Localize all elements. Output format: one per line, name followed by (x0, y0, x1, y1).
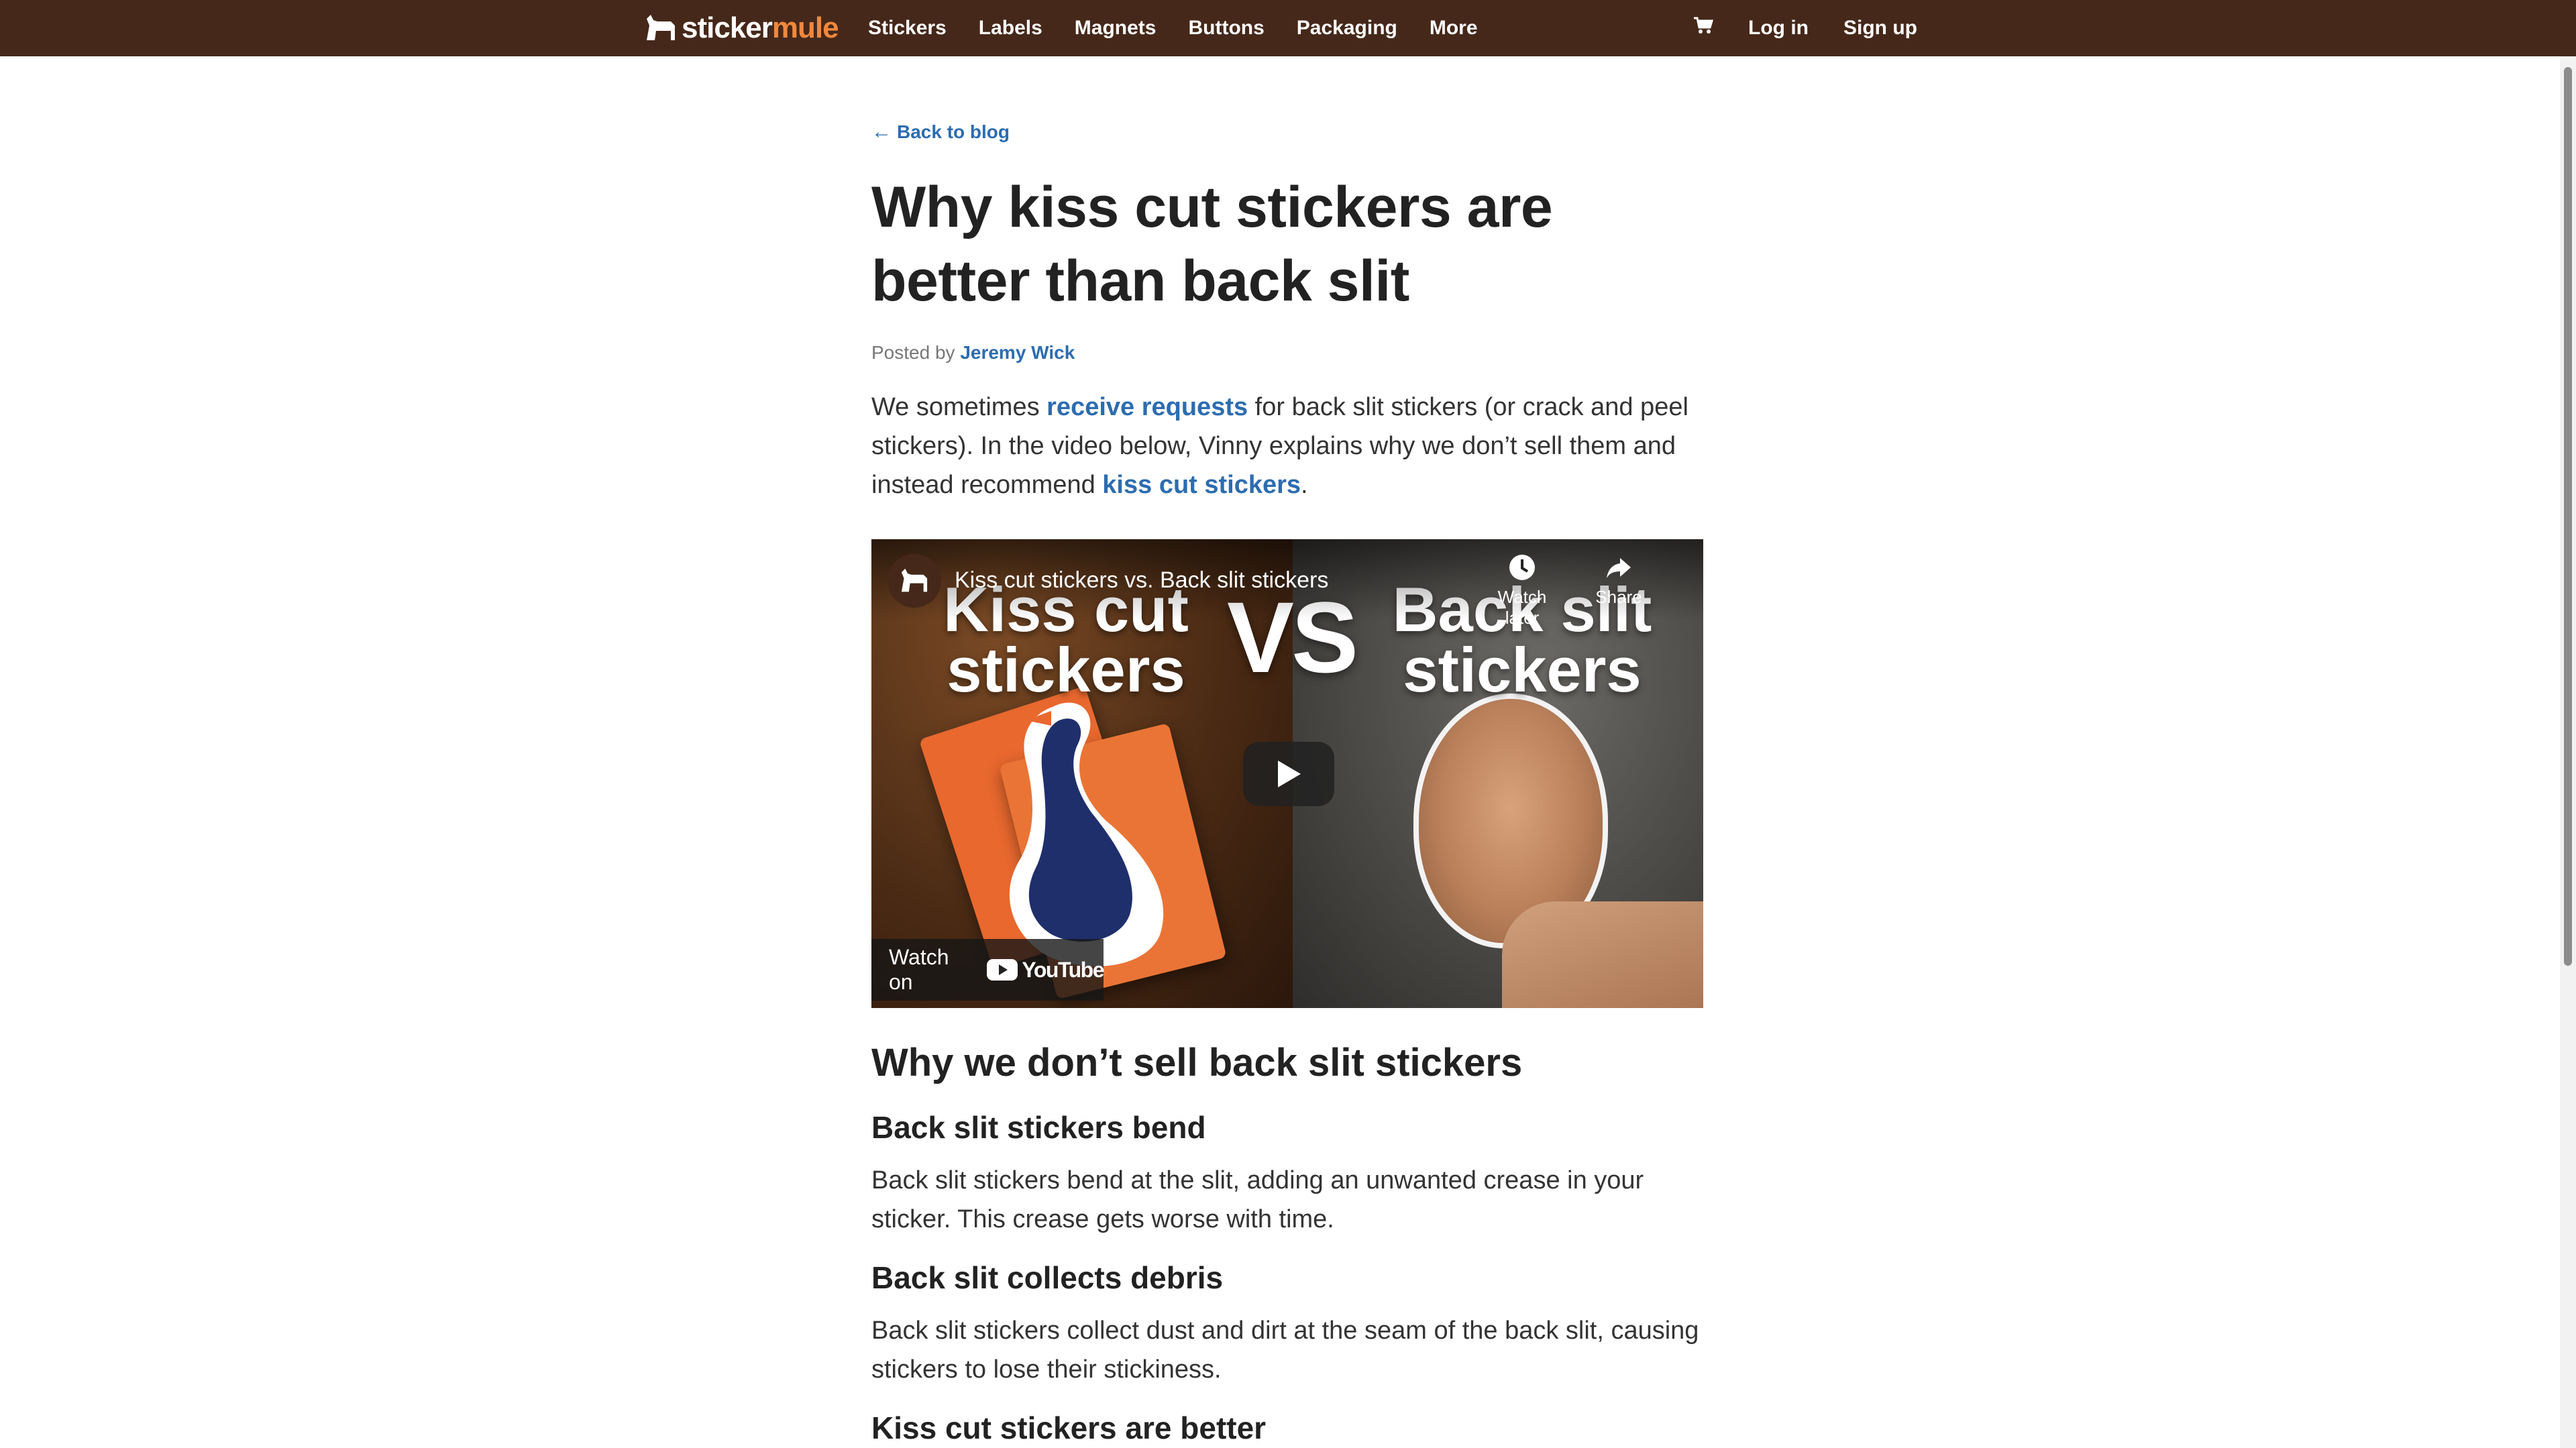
watch-on-youtube-button[interactable]: Watch on YouTube (871, 939, 1104, 1001)
paragraph-debris: Back slit stickers collect dust and dirt… (871, 1317, 1699, 1384)
paragraph-bend: Back slit stickers bend at the slit, add… (871, 1166, 1644, 1233)
intro-text-1: We sometimes (871, 393, 1047, 421)
top-nav-bar: stickermule Stickers Labels Magnets Butt… (0, 0, 2576, 56)
logo-text: stickermule (682, 11, 839, 44)
nav-more[interactable]: More (1430, 17, 1478, 40)
nav-buttons[interactable]: Buttons (1188, 17, 1264, 40)
mule-icon (901, 568, 928, 592)
share-icon (1607, 558, 1631, 578)
watch-later-button[interactable]: Watch later (1482, 553, 1562, 628)
youtube-wordmark: YouTube (1022, 957, 1104, 982)
youtube-logo: YouTube (987, 958, 1104, 983)
kiss-cut-stickers-link[interactable]: kiss cut stickers (1102, 471, 1301, 499)
back-to-blog-link[interactable]: ← Back to blog (871, 121, 1010, 144)
arrow-left-icon: ← (871, 121, 892, 143)
intro-text-3: . (1301, 471, 1308, 499)
cart-button[interactable] (1693, 16, 1714, 40)
thumbnail-right-line2: stickers (1403, 634, 1642, 705)
account-nav: Log in Sign up (1658, 0, 1917, 56)
intro-paragraph: We sometimes receive requests for back s… (871, 388, 1703, 504)
subsection-heading-kiss-cut: Kiss cut stickers are better (871, 1410, 1267, 1445)
channel-avatar[interactable] (888, 554, 941, 608)
play-icon (1278, 761, 1301, 787)
section-heading: Why we don’t sell back slit stickers (871, 1041, 1523, 1084)
youtube-video-embed[interactable]: Kiss cut stickers VS Back slit stickers … (871, 539, 1703, 1008)
play-button[interactable] (1243, 742, 1334, 806)
sticker-mule-logo[interactable]: stickermule (644, 9, 839, 47)
clock-icon (1509, 555, 1535, 580)
byline-prefix: Posted by (871, 342, 955, 363)
blog-article: ← Back to blog Why kiss cut stickers are… (871, 121, 1703, 1448)
cart-icon (1694, 17, 1714, 34)
thumbnail-left-line2: stickers (947, 634, 1185, 705)
youtube-play-icon (987, 959, 1018, 981)
nav-packaging[interactable]: Packaging (1297, 17, 1397, 40)
page-scrollbar-thumb[interactable] (2564, 67, 2572, 966)
video-title[interactable]: Kiss cut stickers vs. Back slit stickers (955, 567, 1328, 594)
subsection-heading-debris: Back slit collects debris (871, 1260, 1224, 1295)
main-nav: Stickers Labels Magnets Buttons Packagin… (868, 0, 1510, 56)
author-link[interactable]: Jeremy Wick (960, 342, 1075, 363)
nav-labels[interactable]: Labels (979, 17, 1042, 40)
share-label: Share (1595, 587, 1642, 607)
hand-image (1502, 901, 1703, 1008)
article-title: Why kiss cut stickers are better than ba… (871, 175, 1553, 313)
back-to-blog-label: Back to blog (897, 121, 1010, 142)
share-button[interactable]: Share (1578, 553, 1659, 608)
watch-later-label: Watch later (1497, 587, 1547, 628)
receive-requests-link[interactable]: receive requests (1046, 393, 1248, 421)
byline: Posted by Jeremy Wick (871, 342, 1703, 364)
nav-magnets[interactable]: Magnets (1075, 17, 1157, 40)
nav-stickers[interactable]: Stickers (868, 17, 947, 40)
mule-icon (647, 15, 675, 40)
login-link[interactable]: Log in (1748, 17, 1809, 40)
signup-link[interactable]: Sign up (1843, 17, 1917, 40)
watch-on-label: Watch on (889, 945, 949, 994)
subsection-heading-bend: Back slit stickers bend (871, 1110, 1206, 1145)
